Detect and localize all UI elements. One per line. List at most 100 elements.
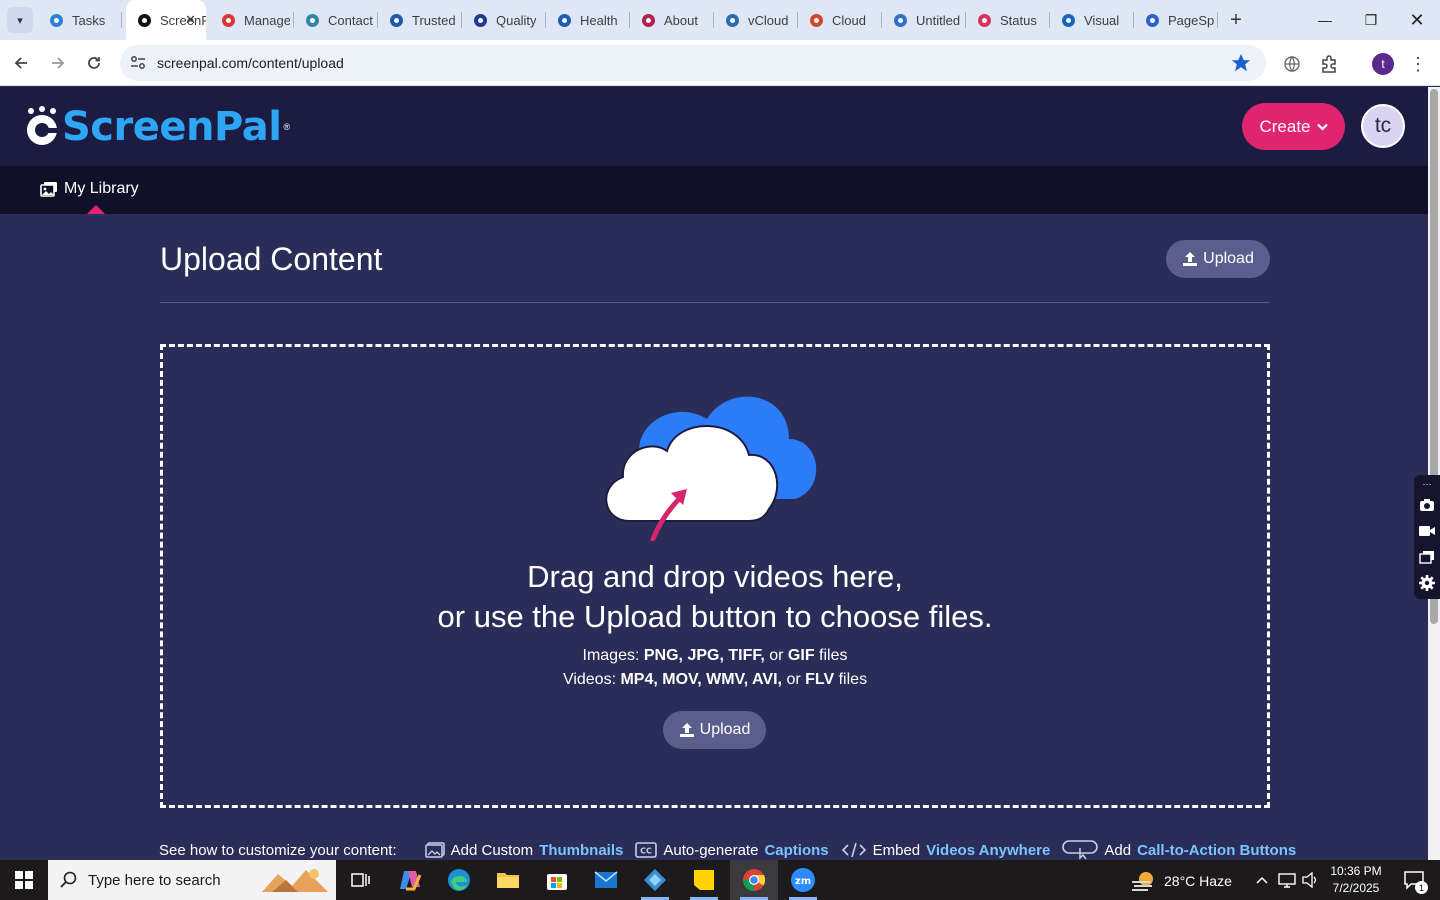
- feature-captions-link[interactable]: CC Auto-generate Captions: [635, 841, 829, 859]
- browser-profile-avatar[interactable]: t: [1372, 53, 1394, 75]
- create-button-label: Create: [1259, 116, 1311, 136]
- close-window-button[interactable]: ✕: [1394, 0, 1440, 40]
- browser-tab[interactable]: Quality: [462, 0, 546, 40]
- maximize-button[interactable]: ❐: [1348, 0, 1394, 40]
- record-video-icon[interactable]: [1417, 521, 1437, 541]
- chrome-icon[interactable]: [730, 860, 778, 900]
- create-button[interactable]: Create: [1242, 103, 1345, 150]
- browser-tab[interactable]: Status: [966, 0, 1050, 40]
- tab-title: Contact: [328, 12, 373, 28]
- videos-formats: MP4, MOV, WMV, AVI,: [620, 671, 782, 688]
- edge-icon[interactable]: [435, 860, 483, 900]
- screenpal-icon: [136, 12, 152, 28]
- upload-center-label: Upload: [699, 721, 751, 738]
- gallery-icon[interactable]: [1417, 547, 1437, 567]
- browser-tab[interactable]: Contact: [294, 0, 378, 40]
- copilot-icon[interactable]: [386, 860, 434, 900]
- page-scrollbar[interactable]: [1428, 87, 1440, 860]
- browser-tab[interactable]: Health: [546, 0, 630, 40]
- upload-button-top[interactable]: Upload: [1166, 240, 1270, 278]
- forward-arrow-icon: [52, 57, 65, 69]
- settings-gear-icon[interactable]: [1417, 573, 1437, 593]
- taskbar-search-box[interactable]: Type here to search: [48, 860, 336, 900]
- feature-captions-plain: Auto-generate: [663, 841, 759, 859]
- mail-icon[interactable]: [582, 860, 630, 900]
- x-icon: [472, 12, 488, 28]
- upload-button-center[interactable]: Upload: [663, 711, 766, 749]
- back-button[interactable]: [8, 50, 34, 76]
- notification-center-icon[interactable]: 1: [1392, 860, 1436, 900]
- file-explorer-icon[interactable]: [484, 860, 532, 900]
- start-button[interactable]: [0, 860, 48, 900]
- library-icon: [40, 182, 57, 197]
- widget-menu-icon[interactable]: ⋯: [1417, 479, 1437, 489]
- tab-close-icon[interactable]: ✕: [185, 12, 196, 28]
- app-diamond-icon[interactable]: [631, 860, 679, 900]
- reload-icon: [88, 57, 100, 69]
- browser-tab[interactable]: Cloud: [798, 0, 882, 40]
- browser-menu-icon[interactable]: ⋮: [1406, 52, 1430, 76]
- screenpal-logo[interactable]: ScreenPal ®: [22, 104, 290, 150]
- drop-instruction-line1: Drag and drop videos here,: [527, 559, 903, 594]
- browser-toolbar: screenpal.com/content/upload ⋮: [0, 40, 1440, 86]
- videos-prefix: Videos:: [562, 671, 617, 688]
- network-icon[interactable]: [1274, 860, 1300, 900]
- browser-tab[interactable]: ScreenPal✕: [126, 0, 206, 40]
- browser-tab[interactable]: Trusted: [378, 0, 462, 40]
- windows-taskbar: Type here to search zm 28°C Haze 10:36 P…: [0, 860, 1440, 900]
- svg-text:CC: CC: [640, 847, 652, 856]
- volume-icon[interactable]: [1298, 860, 1322, 900]
- feature-cta-link[interactable]: Add Call-to-Action Buttons: [1062, 840, 1296, 860]
- browser-tab[interactable]: PageSp: [1134, 0, 1218, 40]
- feature-thumbnails-plain: Add Custom: [450, 841, 534, 859]
- avatar-initials: tc: [1374, 114, 1392, 137]
- task-view-icon[interactable]: [336, 860, 384, 900]
- weather-widget[interactable]: 28°C Haze: [1130, 870, 1232, 892]
- minimize-button[interactable]: —: [1302, 0, 1348, 40]
- pagespeed-icon: [1144, 12, 1160, 28]
- feature-thumbnails-link[interactable]: Add Custom Thumbnails: [424, 841, 624, 859]
- tab-search-button[interactable]: ▾: [7, 7, 33, 33]
- feature-embed-link[interactable]: Embed Videos Anywhere: [841, 841, 1050, 859]
- translate-icon[interactable]: [1280, 52, 1304, 76]
- feature-cta-plain: Add: [1104, 841, 1132, 859]
- cta-icon: [1062, 840, 1099, 860]
- clock-date: 7/2/2025: [1332, 881, 1380, 895]
- site-header: ScreenPal ® Create tc: [0, 87, 1428, 166]
- browser-tab[interactable]: Manage: [210, 0, 294, 40]
- feature-embed-plain: Embed: [872, 841, 921, 859]
- thumbnail-icon: [424, 842, 445, 858]
- user-avatar[interactable]: tc: [1361, 104, 1405, 148]
- browser-tab[interactable]: Untitled: [882, 0, 966, 40]
- images-or: or: [769, 647, 784, 664]
- browser-tab[interactable]: Visual: [1050, 0, 1134, 40]
- reload-button[interactable]: [81, 50, 107, 76]
- address-bar[interactable]: screenpal.com/content/upload: [120, 45, 1266, 81]
- taskbar-clock[interactable]: 10:36 PM 7/2/2025: [1328, 863, 1384, 897]
- docs-icon: [892, 12, 908, 28]
- screenpal-logo-mark-icon: [27, 106, 60, 145]
- browser-tab[interactable]: About: [630, 0, 714, 40]
- zoom-icon[interactable]: zm: [779, 860, 827, 900]
- show-hidden-icons-chevron-icon[interactable]: [1250, 860, 1274, 900]
- browser-tab[interactable]: Tasks: [38, 0, 122, 40]
- code-icon: [841, 842, 866, 858]
- new-tab-button[interactable]: +: [1224, 8, 1248, 32]
- feature-thumbnails-bold: Thumbnails: [539, 841, 624, 859]
- nav-my-library[interactable]: My Library: [40, 180, 139, 198]
- search-highlight-illustration-icon: [262, 869, 328, 892]
- secondary-nav: My Library: [0, 166, 1428, 214]
- logo-wordmark: ScreenPal: [62, 104, 282, 150]
- site-info-icon[interactable]: [130, 54, 146, 72]
- microsoft-store-icon[interactable]: [533, 860, 581, 900]
- bookmark-star-icon[interactable]: [1230, 52, 1252, 74]
- drop-zone[interactable]: Drag and drop videos here, or use the Up…: [160, 344, 1270, 808]
- sticky-notes-icon[interactable]: [680, 860, 728, 900]
- extensions-icon[interactable]: [1317, 52, 1341, 76]
- url-text: screenpal.com/content/upload: [157, 55, 344, 71]
- screenshot-icon[interactable]: [1417, 495, 1437, 515]
- forward-button[interactable]: [45, 50, 71, 76]
- images-prefix: Images:: [582, 647, 640, 664]
- windows-logo-icon: [15, 871, 33, 889]
- browser-tab[interactable]: vCloud: [714, 0, 798, 40]
